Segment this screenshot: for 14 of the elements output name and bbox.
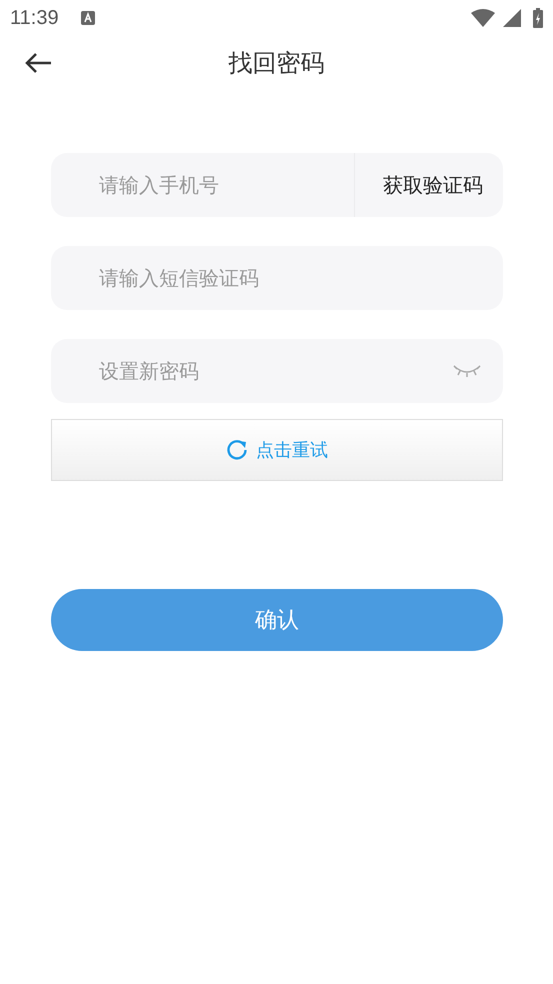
battery-icon	[533, 8, 543, 28]
sms-code-input[interactable]: 请输入短信验证码	[51, 245, 503, 311]
wifi-icon	[471, 9, 495, 27]
get-code-button[interactable]: 获取验证码	[354, 153, 503, 217]
status-time: 11:39	[10, 6, 59, 30]
closed-eye-icon[interactable]	[453, 364, 481, 378]
back-icon[interactable]	[24, 52, 52, 74]
phone-input[interactable]: 请输入手机号	[51, 152, 354, 218]
refresh-icon	[226, 439, 248, 461]
page-title: 找回密码	[228, 48, 324, 79]
phone-field[interactable]: 请输入手机号 获取验证码	[51, 153, 503, 217]
keyboard-icon	[80, 11, 95, 25]
retry-label: 点击重试	[256, 439, 328, 462]
signal-icon	[503, 9, 521, 27]
